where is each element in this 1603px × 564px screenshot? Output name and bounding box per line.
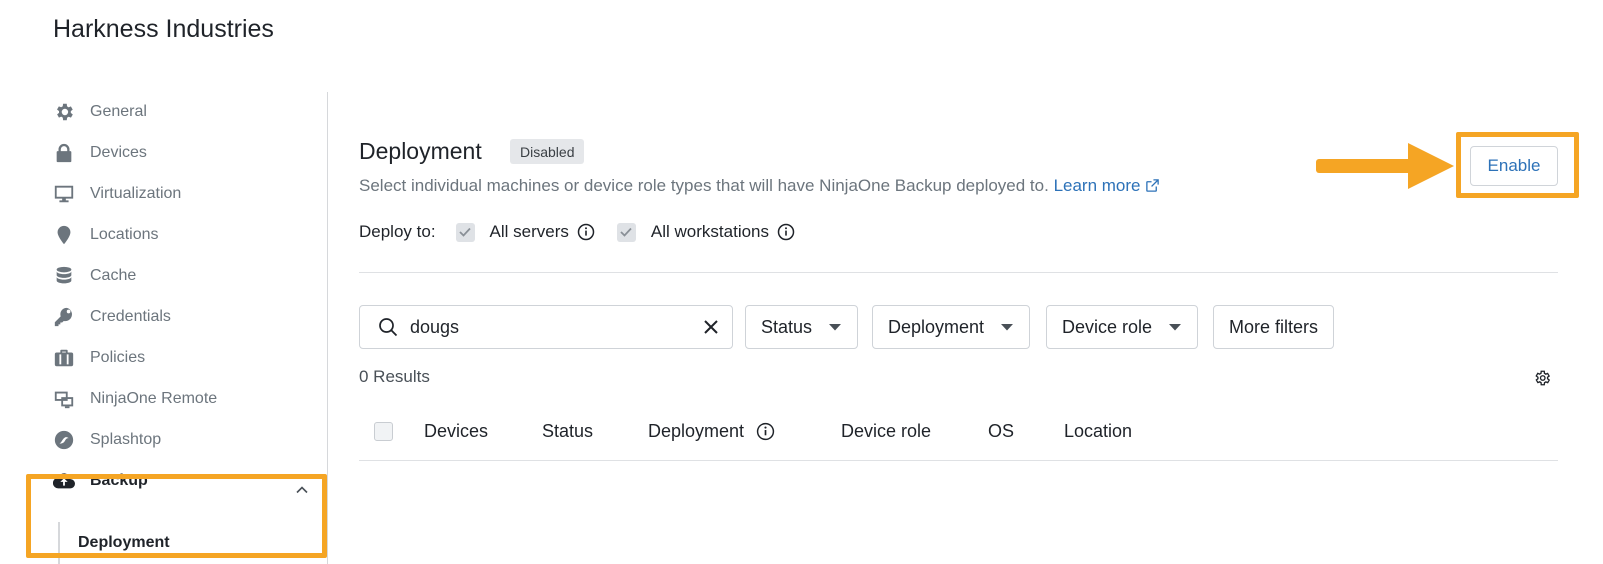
section-divider bbox=[359, 272, 1558, 273]
filter-label: Status bbox=[761, 316, 813, 337]
column-header-os[interactable]: OS bbox=[988, 421, 1014, 442]
column-header-device-role[interactable]: Device role bbox=[841, 421, 931, 442]
sidebar-item-virtualization[interactable]: Virtualization bbox=[52, 174, 181, 214]
select-all-checkbox[interactable] bbox=[374, 422, 393, 441]
column-label: Devices bbox=[424, 421, 489, 441]
sidebar-item-label: Cache bbox=[90, 267, 137, 284]
search-field[interactable] bbox=[359, 305, 733, 349]
status-badge: Disabled bbox=[510, 139, 585, 164]
caret-down-icon bbox=[1000, 323, 1014, 331]
sidebar-item-locations[interactable]: Locations bbox=[52, 215, 159, 255]
filter-label: More filters bbox=[1229, 316, 1319, 337]
table-settings-gear-icon[interactable] bbox=[1531, 367, 1553, 389]
close-icon[interactable] bbox=[702, 318, 720, 336]
filter-label: Deployment bbox=[888, 316, 985, 337]
deployment-filter-dropdown[interactable]: Deployment bbox=[872, 305, 1031, 349]
learn-more-link[interactable]: Learn more bbox=[1054, 176, 1160, 195]
chevron-up-icon[interactable] bbox=[294, 482, 310, 498]
table-header-divider bbox=[359, 460, 1558, 461]
database-icon bbox=[52, 264, 76, 288]
description-text: Select individual machines or device rol… bbox=[359, 176, 1160, 198]
all-workstations-label: All workstations bbox=[650, 222, 770, 241]
gear-icon bbox=[52, 100, 76, 124]
sidebar-item-backup[interactable]: Backup bbox=[52, 461, 148, 501]
sidebar-item-ninjaone-remote[interactable]: NinjaOne Remote bbox=[52, 379, 217, 419]
briefcase-icon bbox=[52, 346, 76, 370]
sidebar-item-label: General bbox=[90, 103, 147, 120]
column-label: Device role bbox=[841, 421, 932, 441]
all-workstations-checkbox[interactable] bbox=[616, 222, 636, 242]
results-count: 0 Results bbox=[359, 367, 430, 386]
info-icon[interactable] bbox=[756, 422, 775, 441]
lock-icon bbox=[52, 141, 76, 165]
sidebar-item-devices[interactable]: Devices bbox=[52, 133, 147, 173]
column-label: OS bbox=[988, 421, 1015, 441]
sidebar-item-cache[interactable]: Cache bbox=[52, 256, 136, 296]
map-pin-icon bbox=[52, 223, 76, 247]
sidebar-item-splashtop[interactable]: Splashtop bbox=[52, 420, 161, 460]
caret-down-icon bbox=[1168, 323, 1182, 331]
splashtop-icon bbox=[52, 428, 76, 452]
organization-title: Harkness Industries bbox=[53, 15, 274, 43]
sidebar-item-label: NinjaOne Remote bbox=[90, 390, 218, 407]
learn-more-label: Learn more bbox=[1053, 176, 1141, 195]
device-role-filter-dropdown[interactable]: Device role bbox=[1046, 305, 1199, 349]
more-filters-button[interactable]: More filters bbox=[1213, 305, 1335, 349]
sidebar-item-label: Credentials bbox=[90, 308, 171, 325]
sidebar-item-general[interactable]: General bbox=[52, 92, 147, 132]
sidebar-subitem-deployment[interactable]: Deployment bbox=[58, 522, 170, 564]
column-label: Location bbox=[1064, 421, 1133, 441]
all-servers-label: All servers bbox=[489, 222, 569, 241]
caret-down-icon bbox=[828, 323, 842, 331]
external-link-icon bbox=[1145, 178, 1160, 198]
sidebar-item-label: Policies bbox=[90, 349, 146, 366]
column-header-status[interactable]: Status bbox=[542, 421, 593, 442]
cloud-upload-icon bbox=[52, 469, 76, 493]
sidebar-item-label: Virtualization bbox=[90, 185, 182, 202]
key-icon bbox=[52, 305, 76, 329]
search-icon bbox=[378, 317, 398, 337]
column-label: Deployment bbox=[648, 421, 745, 441]
monitor-icon bbox=[52, 182, 76, 206]
status-filter-dropdown[interactable]: Status bbox=[745, 305, 859, 349]
description-body: Select individual machines or device rol… bbox=[359, 176, 1049, 195]
sidebar-item-policies[interactable]: Policies bbox=[52, 338, 145, 378]
deploy-to-label: Deploy to: bbox=[359, 222, 436, 241]
sidebar-subitem-label: Deployment bbox=[78, 534, 170, 551]
sidebar-item-label: Locations bbox=[90, 226, 159, 243]
sidebar-nav: General Devices Virtualization Locations… bbox=[0, 92, 328, 564]
column-header-devices[interactable]: Devices bbox=[424, 421, 488, 442]
filter-label: Device role bbox=[1062, 316, 1153, 337]
page-title: Deployment bbox=[359, 138, 482, 164]
column-header-location[interactable]: Location bbox=[1064, 421, 1132, 442]
column-label: Status bbox=[542, 421, 594, 441]
sidebar-item-label: Splashtop bbox=[90, 431, 162, 448]
all-servers-checkbox[interactable] bbox=[455, 222, 475, 242]
info-icon[interactable] bbox=[777, 223, 795, 241]
remote-screens-icon bbox=[52, 387, 76, 411]
enable-button[interactable]: Enable bbox=[1470, 146, 1558, 186]
sidebar-item-credentials[interactable]: Credentials bbox=[52, 297, 171, 337]
search-input[interactable] bbox=[410, 316, 690, 338]
sidebar-item-label: Devices bbox=[90, 144, 147, 161]
deploy-to-row: Deploy to: All servers All workstations bbox=[359, 219, 795, 245]
sidebar-item-label: Backup bbox=[90, 472, 148, 489]
column-header-deployment[interactable]: Deployment bbox=[648, 421, 775, 442]
arrow-annotation-icon bbox=[1316, 143, 1454, 189]
info-icon[interactable] bbox=[577, 223, 595, 241]
